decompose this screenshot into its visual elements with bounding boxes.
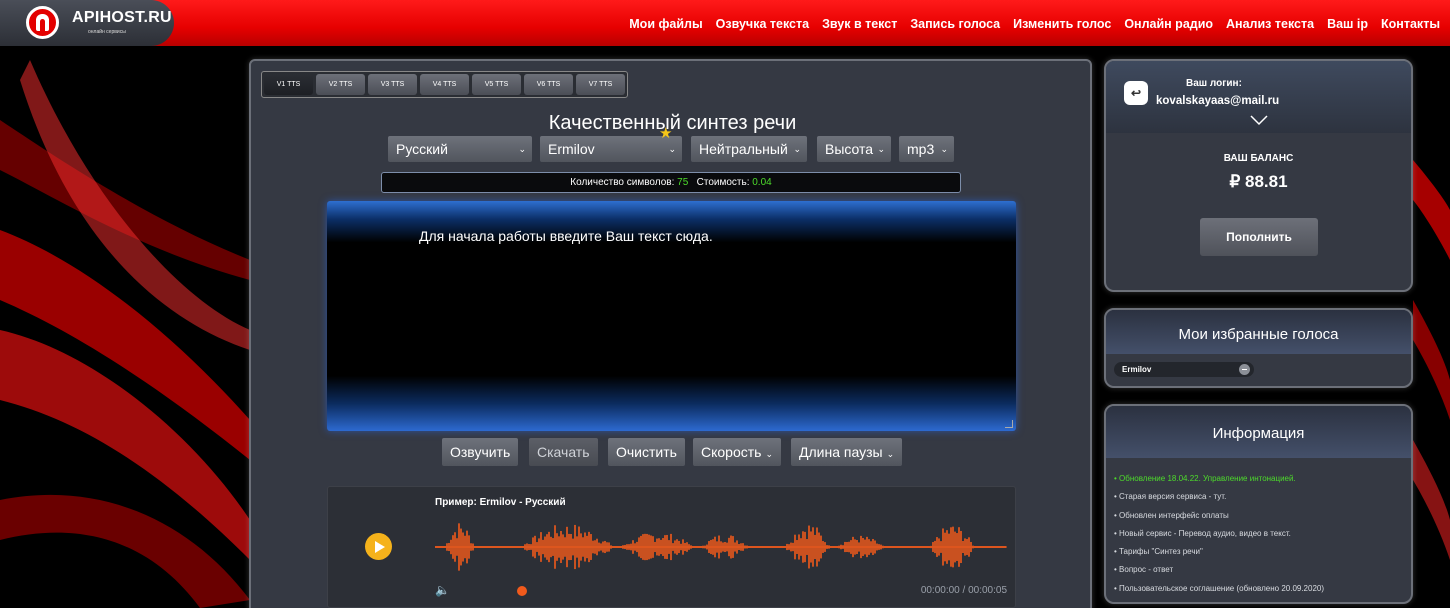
chevron-down-icon[interactable] <box>1249 113 1269 127</box>
balance-label: ВАШ БАЛАНС <box>1223 153 1294 164</box>
player-title: Пример: Ermilov - Русский <box>435 497 566 508</box>
info-item[interactable]: Старая версия сервиса - тут. <box>1114 492 1324 510</box>
nav-your-ip[interactable]: Ваш ip <box>1327 17 1368 31</box>
cost-value: 0.04 <box>752 177 772 188</box>
favorites-title: Мои избранные голоса <box>1106 310 1411 354</box>
play-icon[interactable] <box>365 533 392 560</box>
login-email: kovalskayaas@mail.ru <box>1156 95 1280 107</box>
tab-v1-tts[interactable]: V1 TTS <box>264 74 313 95</box>
logo[interactable]: APIHOST.RU онлайн сервисы <box>0 0 174 46</box>
top-up-button[interactable]: Пополнить <box>1200 218 1318 256</box>
login-label: Ваш логин: <box>1186 78 1242 89</box>
info-item[interactable]: Пользовательское соглашение (обновлено 2… <box>1114 584 1324 602</box>
nav-speech-to-text[interactable]: Звук в текст <box>822 17 897 31</box>
logo-icon <box>26 6 59 39</box>
chevron-down-icon: ⌄ <box>940 144 948 154</box>
favorites-card: Мои избранные голоса Ermilov <box>1104 308 1413 388</box>
chars-label: Количество символов: <box>570 177 675 188</box>
clear-button[interactable]: Очистить <box>608 438 685 466</box>
favorite-voice-name: Ermilov <box>1122 365 1152 374</box>
resize-handle[interactable] <box>1005 420 1013 428</box>
nav-contacts[interactable]: Контакты <box>1381 17 1440 31</box>
nav-online-radio[interactable]: Онлайн радио <box>1124 17 1213 31</box>
pitch-select-value: Высота <box>825 141 874 157</box>
nav-my-files[interactable]: Мои файлы <box>629 17 702 31</box>
info-list: Обновление 18.04.22. Управление интонаци… <box>1114 474 1324 602</box>
pause-length-select[interactable]: Длина паузы ⌄ <box>791 438 903 466</box>
info-item[interactable]: Новый сервис - Перевод аудио, видео в те… <box>1114 529 1324 547</box>
cost-label: Стоимость: <box>696 177 750 188</box>
text-input-area[interactable]: Для начала работы введите Ваш текст сюда… <box>327 201 1016 431</box>
tab-v7-tts[interactable]: V7 TTS <box>576 74 625 95</box>
info-item[interactable]: Обновлен интерфейс оплаты <box>1114 511 1324 529</box>
logout-icon[interactable]: ↩ <box>1124 81 1148 105</box>
login-header[interactable]: ↩ Ваш логин: kovalskayaas@mail.ru <box>1106 61 1411 133</box>
language-select[interactable]: Русский ⌄ <box>388 136 532 162</box>
chevron-down-icon: ⌄ <box>765 449 774 459</box>
text-input-placeholder: Для начала работы введите Ваш текст сюда… <box>419 228 713 244</box>
tab-v6-tts[interactable]: V6 TTS <box>524 74 573 95</box>
remove-icon[interactable] <box>1239 364 1250 375</box>
waveform[interactable] <box>435 517 1007 577</box>
nav-tts[interactable]: Озвучка текста <box>716 17 809 31</box>
logo-text: APIHOST.RU <box>72 9 172 26</box>
logo-subtitle: онлайн сервисы <box>88 29 126 35</box>
main-nav: Мои файлы Озвучка текста Звук в текст За… <box>629 17 1440 31</box>
info-title: Информация <box>1106 406 1411 458</box>
speed-select-label: Скорость <box>701 444 762 460</box>
chevron-down-icon: ⌄ <box>877 144 885 154</box>
balance-value: ₽ 88.81 <box>1229 172 1288 191</box>
nav-text-analysis[interactable]: Анализ текста <box>1226 17 1314 31</box>
speak-button[interactable]: Озвучить <box>442 438 519 466</box>
tts-version-tabs: V1 TTS V2 TTS V3 TTS V4 TTS V5 TTS V6 TT… <box>261 71 628 98</box>
chevron-down-icon: ⌄ <box>518 144 526 154</box>
audio-player: Пример: Ermilov - Русский 🔈 00:00:00 / 0… <box>327 486 1016 608</box>
tab-v4-tts[interactable]: V4 TTS <box>420 74 469 95</box>
chars-value: 75 <box>677 177 689 188</box>
info-item[interactable]: Тарифы "Синтез речи" <box>1114 547 1324 565</box>
speed-select[interactable]: Скорость ⌄ <box>693 438 782 466</box>
format-select[interactable]: mp3 ⌄ <box>899 136 954 162</box>
emotion-select-value: Нейтральный <box>699 141 788 157</box>
pitch-select[interactable]: Высота ⌄ <box>817 136 891 162</box>
tab-v2-tts[interactable]: V2 TTS <box>316 74 365 95</box>
volume-icon[interactable]: 🔈 <box>435 583 450 597</box>
info-item[interactable]: Обновление 18.04.22. Управление интонаци… <box>1114 474 1324 492</box>
language-select-value: Русский <box>396 141 448 157</box>
player-time: 00:00:00 / 00:00:05 <box>920 585 1007 596</box>
info-item[interactable]: Вопрос - ответ <box>1114 565 1324 583</box>
download-button[interactable]: Скачать <box>529 438 598 466</box>
nav-voice-change[interactable]: Изменить голос <box>1013 17 1111 31</box>
favorite-star-icon[interactable]: ★ <box>659 126 675 142</box>
tts-main-panel: V1 TTS V2 TTS V3 TTS V4 TTS V5 TTS V6 TT… <box>249 59 1092 608</box>
chevron-down-icon: ⌄ <box>886 449 895 459</box>
tab-v5-tts[interactable]: V5 TTS <box>472 74 521 95</box>
pause-length-label: Длина паузы <box>799 444 883 460</box>
seek-handle[interactable] <box>517 586 527 596</box>
account-card: ↩ Ваш логин: kovalskayaas@mail.ru ВАШ БА… <box>1104 59 1413 292</box>
nav-voice-record[interactable]: Запись голоса <box>910 17 1000 31</box>
emotion-select[interactable]: Нейтральный ⌄ <box>691 136 807 162</box>
info-card: Информация Обновление 18.04.22. Управлен… <box>1104 404 1413 604</box>
char-counter: Количество символов: 75 Стоимость: 0.04 <box>381 172 961 193</box>
tab-v3-tts[interactable]: V3 TTS <box>368 74 417 95</box>
voice-select-value: Ermilov <box>548 141 595 157</box>
favorite-voice-item[interactable]: Ermilov <box>1114 362 1254 377</box>
format-select-value: mp3 <box>907 141 935 157</box>
top-navbar: APIHOST.RU онлайн сервисы Мои файлы Озву… <box>0 0 1450 46</box>
chevron-down-icon: ⌄ <box>793 144 801 154</box>
